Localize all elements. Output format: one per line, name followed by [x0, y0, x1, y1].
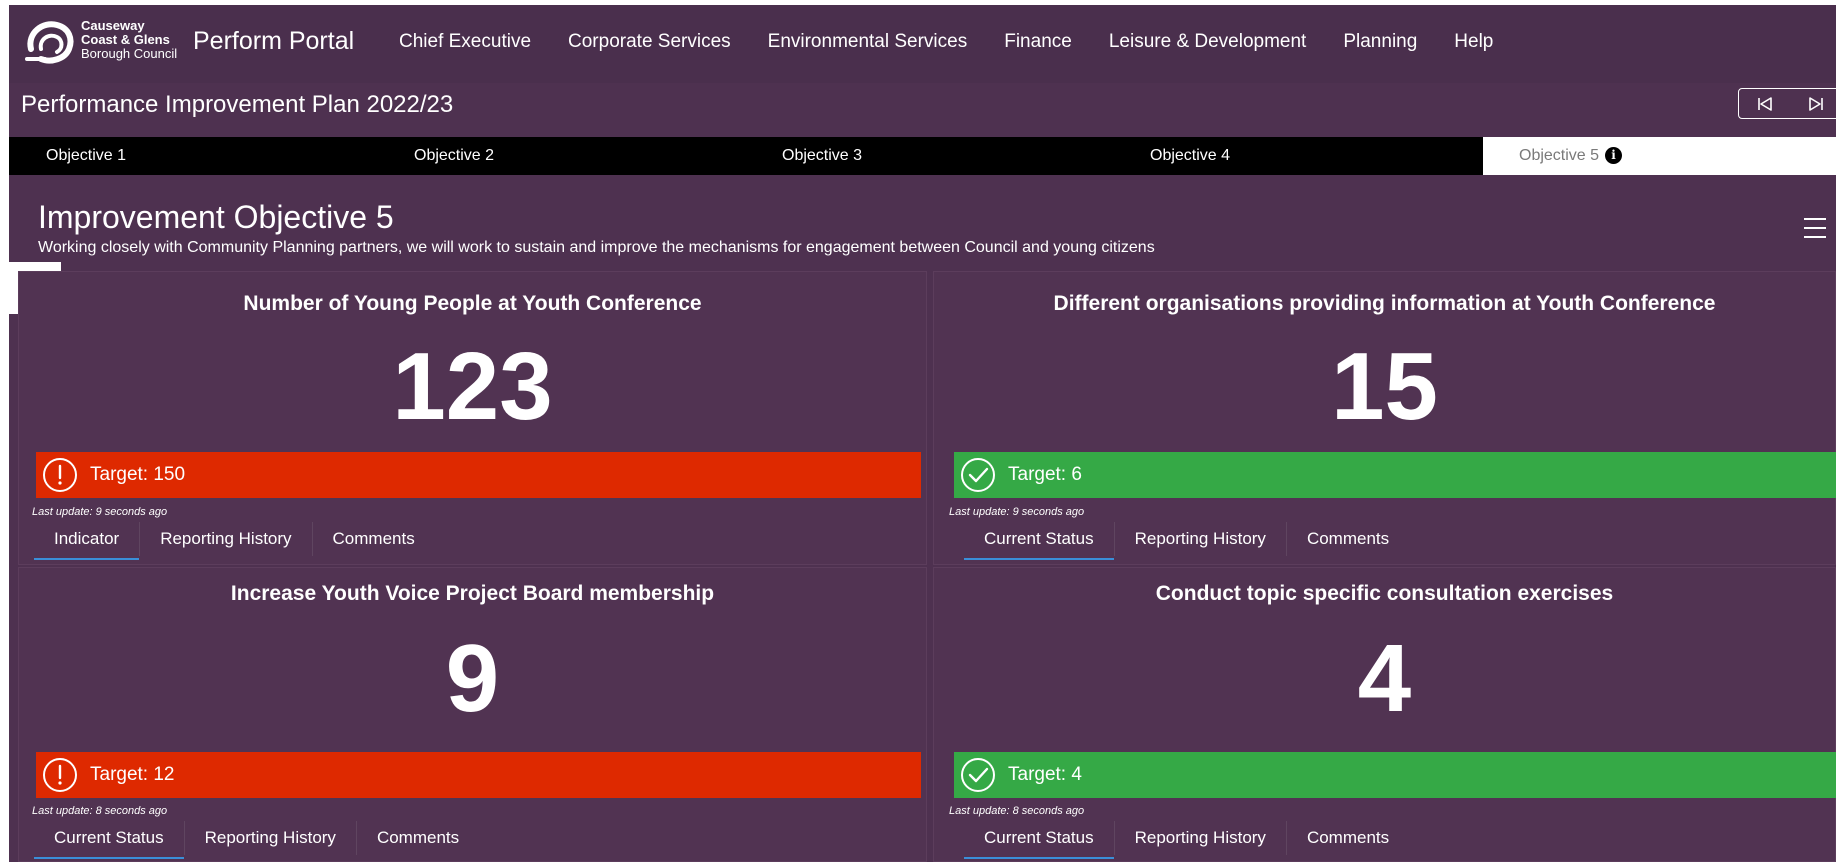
tab-label: Objective 1: [46, 147, 127, 164]
target-bar-ok: Target: 6: [954, 452, 1836, 498]
main-nav: Chief Executive Corporate Services Envir…: [399, 31, 1493, 53]
last-update: Last update: 8 seconds ago: [949, 805, 1085, 817]
objective-title: Improvement Objective 5: [38, 199, 394, 235]
logo-line1: Causeway: [81, 18, 145, 33]
nav-environmental-services[interactable]: Environmental Services: [768, 31, 968, 53]
skip-next-icon[interactable]: [1807, 95, 1825, 113]
subtab-current-status[interactable]: Current Status: [964, 821, 1114, 859]
indicator-value: 9: [445, 625, 500, 732]
indicator-value: 123: [392, 333, 553, 440]
subtab-current-status[interactable]: Current Status: [964, 522, 1114, 560]
nav-corporate-services[interactable]: Corporate Services: [568, 31, 731, 53]
indicator-value: 15: [1331, 333, 1438, 440]
subtab-reporting-history[interactable]: Reporting History: [139, 522, 311, 556]
alert-icon: [43, 758, 77, 792]
app-root: Causeway Coast & Glens Borough Council P…: [9, 5, 1836, 862]
subtab-current-status[interactable]: Current Status: [34, 821, 184, 859]
indicator-panel-youth-voice: Increase Youth Voice Project Board membe…: [18, 567, 927, 862]
indicator-value: 4: [1357, 625, 1412, 732]
hamburger-menu-icon[interactable]: [1804, 218, 1826, 238]
tab-label: Objective 5: [1519, 147, 1600, 164]
panel-subtabs: Current Status Reporting History Comment…: [964, 821, 1409, 859]
pager: [1738, 88, 1836, 119]
tab-label: Objective 3: [782, 147, 863, 164]
subtab-comments[interactable]: Comments: [311, 522, 435, 556]
last-update: Last update: 9 seconds ago: [32, 506, 168, 518]
subtab-reporting-history[interactable]: Reporting History: [1113, 821, 1286, 855]
nav-finance[interactable]: Finance: [1004, 31, 1072, 53]
tab-label: Objective 4: [1150, 147, 1231, 164]
subtab-indicator[interactable]: Indicator: [34, 522, 140, 560]
info-icon[interactable]: i: [1605, 147, 1623, 165]
target-bar-warning: Target: 150: [36, 452, 921, 498]
target-text: Target: 150: [90, 464, 186, 485]
panel-title: Conduct topic specific consultation exer…: [1155, 582, 1614, 605]
panel-subtabs: Current Status Reporting History Comment…: [34, 821, 479, 859]
tab-objective-2[interactable]: Objective 2: [414, 137, 494, 175]
panel-title: Increase Youth Voice Project Board membe…: [230, 582, 715, 605]
council-logo[interactable]: Causeway Coast & Glens Borough Council: [25, 17, 185, 75]
header: Causeway Coast & Glens Borough Council P…: [9, 5, 1836, 83]
subtab-comments[interactable]: Comments: [355, 821, 479, 855]
nav-leisure-development[interactable]: Leisure & Development: [1109, 31, 1307, 53]
objective-tabs: Objective 1 Objective 2 Objective 3 Obje…: [9, 137, 1836, 175]
target-bar-warning: Target: 12: [36, 752, 921, 798]
tab-objective-3[interactable]: Objective 3: [782, 137, 862, 175]
target-text: Target: 4: [1008, 764, 1082, 785]
target-bar-ok: Target: 4: [954, 752, 1836, 798]
logo-swirl-icon: [25, 21, 74, 64]
panel-subtabs: Indicator Reporting History Comments: [34, 522, 435, 560]
panel-title: Different organisations providing inform…: [1053, 292, 1716, 315]
tab-label: Objective 2: [414, 147, 495, 164]
tab-objective-1[interactable]: Objective 1: [46, 137, 126, 175]
alert-icon: [43, 458, 77, 492]
subtab-comments[interactable]: Comments: [1285, 821, 1409, 855]
portal-title[interactable]: Perform Portal: [193, 27, 354, 56]
logo-line2: Coast & Glens: [81, 32, 170, 47]
panel-subtabs: Current Status Reporting History Comment…: [964, 522, 1409, 560]
indicator-panel-organisations: Different organisations providing inform…: [933, 271, 1836, 565]
target-text: Target: 6: [1008, 464, 1082, 485]
subtab-comments[interactable]: Comments: [1285, 522, 1409, 556]
tab-objective-4[interactable]: Objective 4: [1150, 137, 1230, 175]
nav-help[interactable]: Help: [1454, 31, 1493, 53]
subtab-reporting-history[interactable]: Reporting History: [183, 821, 356, 855]
last-update: Last update: 8 seconds ago: [32, 805, 168, 817]
skip-previous-icon[interactable]: [1756, 95, 1774, 113]
plan-title: Performance Improvement Plan 2022/23: [21, 91, 454, 118]
panel-title: Number of Young People at Youth Conferen…: [243, 292, 702, 315]
nav-planning[interactable]: Planning: [1343, 31, 1417, 53]
indicator-panel-young-people: Number of Young People at Youth Conferen…: [18, 271, 927, 565]
objective-description: Working closely with Community Planning …: [38, 239, 1155, 256]
check-circle-icon: [961, 458, 995, 492]
logo-text: Causeway Coast & Glens Borough Council: [81, 19, 177, 61]
logo-line3: Borough Council: [81, 46, 178, 61]
nav-chief-executive[interactable]: Chief Executive: [399, 31, 531, 53]
subtab-reporting-history[interactable]: Reporting History: [1113, 522, 1286, 556]
target-text: Target: 12: [90, 764, 175, 785]
check-circle-icon: [961, 758, 995, 792]
tab-objective-5[interactable]: Objective 5 i: [1483, 137, 1836, 175]
indicator-panel-consultation: Conduct topic specific consultation exer…: [933, 567, 1836, 862]
last-update: Last update: 9 seconds ago: [949, 506, 1085, 518]
